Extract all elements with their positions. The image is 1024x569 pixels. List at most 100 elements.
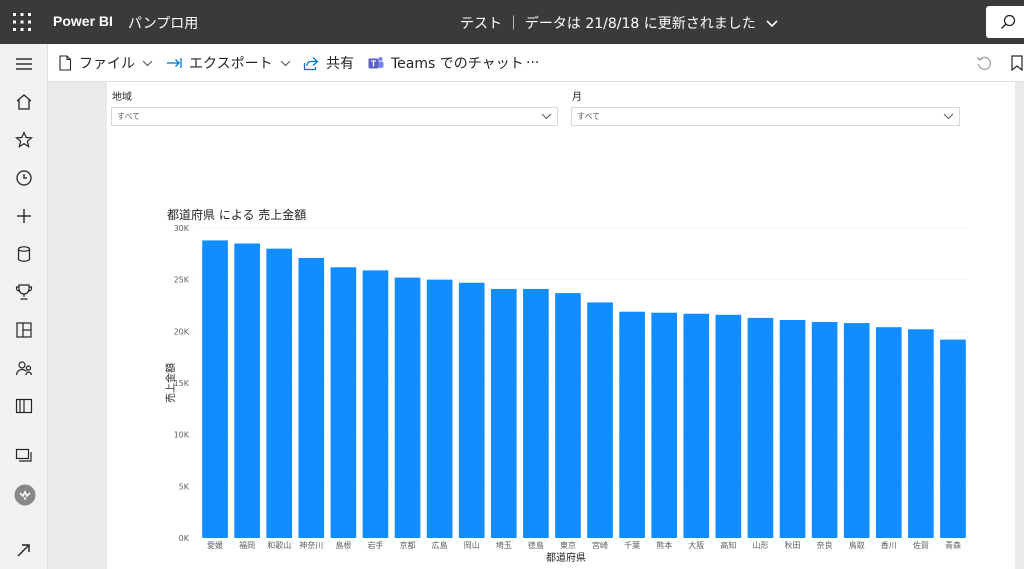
create-icon[interactable] [14,206,34,226]
chevron-down-icon [142,60,153,66]
y-tick-label: 5K [179,482,190,491]
bar-神奈川[interactable] [298,257,325,538]
chevron-down-icon [766,16,778,32]
report-title: テスト ｜ データは 21/8/18 に更新されました [460,16,756,32]
bar-香川[interactable] [875,327,902,538]
bar-鳥取[interactable] [843,323,870,538]
file-menu-button[interactable]: ファイル [58,44,160,82]
teams-chat-label: Teams でのチャット [391,56,524,72]
y-tick-label: 20K [174,327,190,336]
x-tick-label: 福岡 [239,541,255,550]
favorites-icon[interactable] [14,130,34,150]
bookmark-icon [1011,55,1023,71]
x-tick-label: 愛媛 [207,540,223,550]
x-tick-label: 鳥取 [849,540,865,550]
datasets-icon[interactable] [14,244,34,264]
bar-佐賀[interactable] [908,329,934,538]
x-tick-label: 宮崎 [592,540,608,550]
y-tick-label: 10K [174,431,190,440]
bar-高知[interactable] [715,314,742,538]
x-tick-label: 神奈川 [299,540,323,550]
bar-愛媛[interactable] [202,240,228,538]
bar-山形[interactable] [747,317,774,538]
y-tick-label: 0K [179,534,190,543]
x-tick-label: 佐賀 [913,540,929,550]
shared-icon[interactable] [14,358,34,378]
action-bar: ファイル エクスポート 共有 Teams でのチャット ··· [48,44,1024,82]
search-button[interactable] [986,6,1024,38]
x-tick-label: 熊本 [656,540,672,550]
bar-和歌山[interactable] [266,248,293,538]
x-tick-label: 広島 [432,540,448,550]
y-tick-label: 25K [174,276,190,285]
x-tick-label: 山形 [752,540,768,550]
search-icon [1000,14,1016,30]
reset-button[interactable] [976,44,999,82]
export-icon [167,58,182,68]
bar-福岡[interactable] [234,243,260,539]
x-tick-label: 徳島 [528,540,544,550]
export-menu-button[interactable]: エクスポート [166,44,298,82]
x-tick-label: 秋田 [785,540,801,550]
home-icon[interactable] [14,92,34,112]
x-tick-label: 大阪 [688,540,704,550]
bar-秋田[interactable] [779,319,806,538]
report-canvas: 地域 すべて 月 すべて 都道府県 による 売上金額 0K 5K 10K 15K 20K… [48,82,1024,569]
menu-icon[interactable] [14,54,34,74]
learn-icon[interactable] [14,396,34,416]
teams-icon [368,57,384,69]
report-page: 地域 すべて 月 すべて 都道府県 による 売上金額 0K 5K 10K 15K 20K… [107,82,1015,569]
my-workspace-icon[interactable] [14,484,36,506]
x-tick-label: 東京 [560,540,576,550]
app-brand[interactable]: Power BI [53,13,113,29]
share-icon [303,56,319,70]
app-launcher-icon[interactable] [12,12,32,32]
bar-大阪[interactable] [683,313,710,538]
x-tick-label: 高知 [720,540,736,550]
share-label: 共有 [326,56,354,72]
bar-岡山[interactable] [458,282,485,538]
share-button[interactable]: 共有 [303,44,354,82]
chevron-down-icon [280,60,291,66]
bar-千葉[interactable] [619,311,645,538]
bar-島根[interactable] [330,267,357,538]
x-tick-label: 奈良 [817,540,833,550]
bar-宮崎[interactable] [587,302,613,538]
bar-京都[interactable] [394,277,421,538]
x-tick-label: 千葉 [624,540,640,550]
x-axis-title: 都道府県 [546,551,586,564]
expand-icon[interactable] [14,540,34,560]
bar-広島[interactable] [426,279,453,538]
bar-徳島[interactable] [523,288,549,538]
bar-東京[interactable] [555,293,581,538]
workspaces-icon[interactable] [14,446,34,466]
x-tick-label: 京都 [400,540,416,550]
x-tick-label: 岩手 [367,540,383,550]
x-tick-label: 和歌山 [267,540,291,550]
x-tick-label: 香川 [881,540,897,550]
bar-奈良[interactable] [811,322,838,538]
more-options-icon: ··· [526,55,540,71]
y-tick-label: 30K [174,224,190,233]
bar-岩手[interactable] [362,270,389,538]
x-tick-label: 岡山 [464,540,480,550]
reset-icon [977,56,992,70]
report-title-menu[interactable]: テスト ｜ データは 21/8/18 に更新されました [460,13,778,33]
bar-chart: 0K5K10K15K20K25K30K愛媛 福岡 和歌山 神奈川 島根 岩手 京都 広島 岡山埼… [164,224,969,564]
left-nav [0,44,48,569]
recent-icon[interactable] [14,168,34,188]
more-options-button[interactable]: ··· [526,44,539,82]
teams-chat-button[interactable]: Teams でのチャット [368,44,524,82]
x-tick-label: 埼玉 [496,540,512,550]
bookmark-button[interactable] [1010,44,1024,82]
bar-青森[interactable] [940,339,966,538]
apps-icon[interactable] [14,320,34,340]
x-tick-label: 青森 [945,540,961,550]
bar-埼玉[interactable] [490,288,517,538]
workspace-name[interactable]: パンプロ用 [128,13,198,33]
x-tick-label: 島根 [335,540,351,550]
goals-icon[interactable] [14,282,34,302]
file-icon [59,55,72,71]
bar-熊本[interactable] [651,312,678,538]
file-menu-label: ファイル [79,56,135,72]
